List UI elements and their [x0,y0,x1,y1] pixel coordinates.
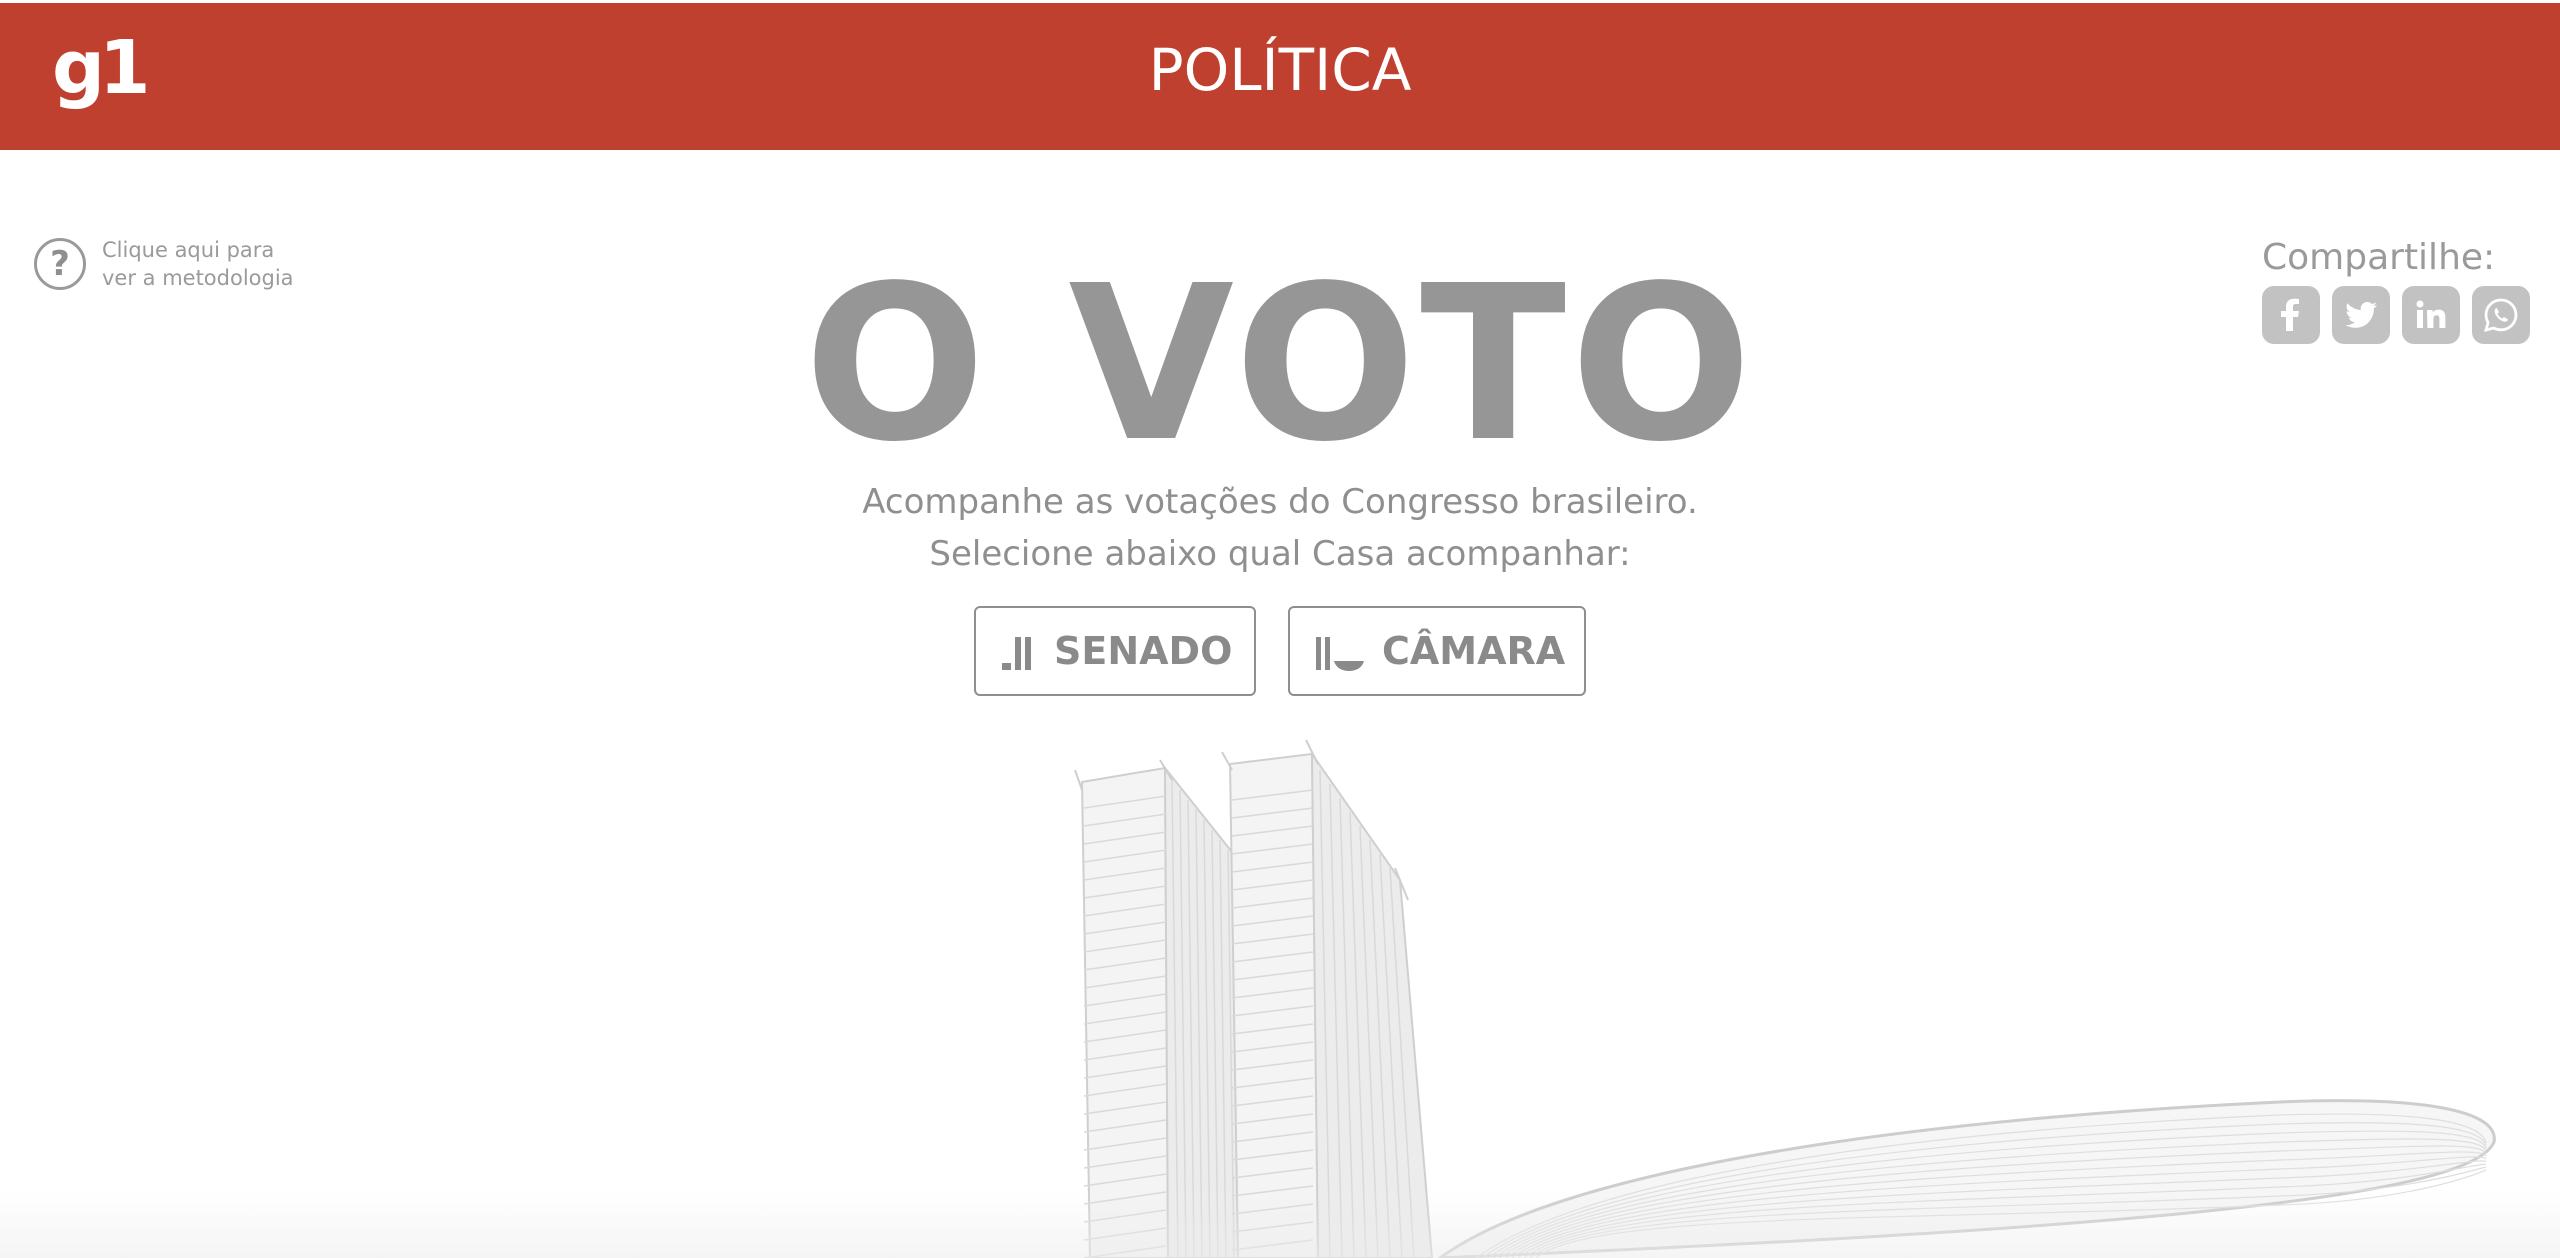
house-selector: SENADO CÂMARA [0,606,2560,696]
senado-button[interactable]: SENADO [974,606,1256,696]
section-title: POLÍTICA [1148,36,1412,104]
congress-building-illustration [1074,739,2496,1258]
subtitle-line-1: Acompanhe as votações do Congresso brasi… [862,482,1698,522]
subtitle-line-2: Selecione abaixo qual Casa acompanhar: [929,534,1631,574]
senado-icon [1002,631,1036,671]
hero-subtitle: Acompanhe as votações do Congresso brasi… [0,476,2560,580]
senado-label[interactable]: SENADO [1054,629,1232,673]
camara-button[interactable]: CÂMARA [1288,606,1586,696]
bottom-fade [0,1190,2560,1258]
top-bar: g1 POLÍTICA [0,3,2560,150]
hero-title: O VOTO [803,240,1757,489]
camara-label[interactable]: CÂMARA [1382,629,1565,673]
camara-icon [1316,631,1364,671]
